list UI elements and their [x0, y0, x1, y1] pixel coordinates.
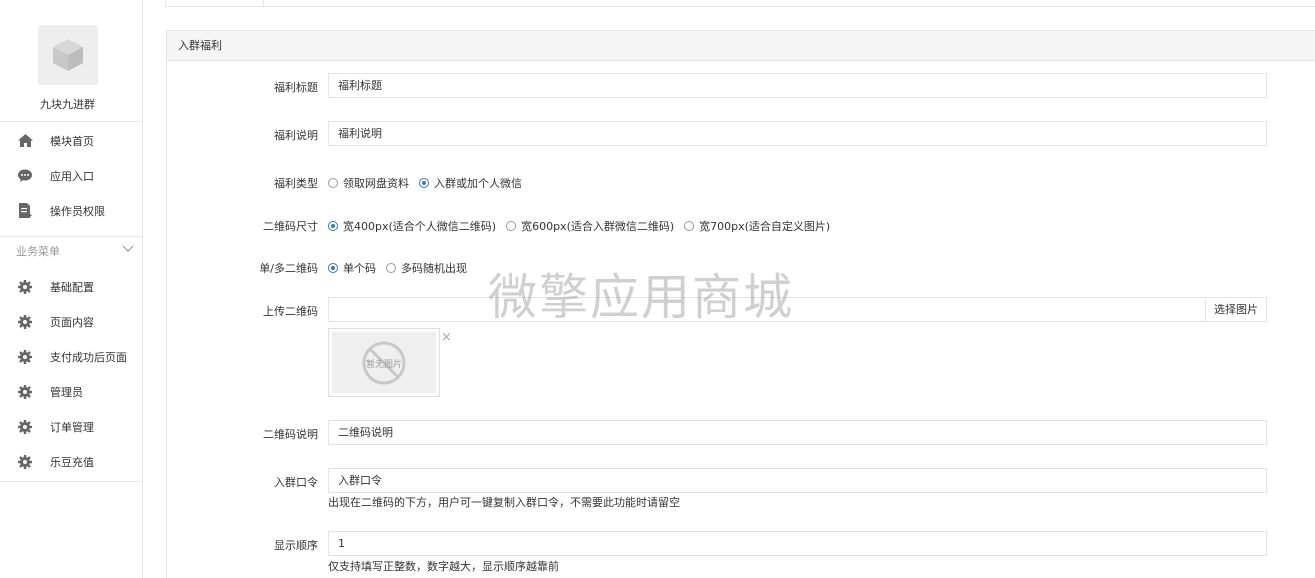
- gear-icon: [17, 279, 33, 295]
- display-order-help: 仅支持填写正整数，数字越大，显示顺序越靠前: [328, 560, 559, 573]
- gear-icon: [17, 454, 33, 470]
- display-order-label: 显示顺序: [274, 539, 318, 552]
- radio-icon: [328, 178, 338, 188]
- no-image-text: 暂无图片: [366, 358, 402, 370]
- sidebar: 九块九进群 模块首页 应用入口 操作员权限 业务菜单 基础配置 页面内容 支付成…: [0, 0, 143, 578]
- group-code-help: 出现在二维码的下方，用户可一键复制入群口令，不需要此功能时请留空: [328, 496, 680, 509]
- sidebar-item-page-content[interactable]: 页面内容: [0, 304, 142, 339]
- panel-title: 入群福利: [167, 31, 1315, 61]
- module-logo: [38, 25, 98, 85]
- benefit-desc-label: 福利说明: [274, 129, 318, 142]
- qr-mode-option-multi[interactable]: 多码随机出现: [386, 260, 467, 276]
- display-order-input[interactable]: 1: [328, 531, 1267, 556]
- sidebar-item-ledou-recharge[interactable]: 乐豆充值: [0, 444, 142, 479]
- document-icon: [17, 203, 33, 219]
- chat-icon: [17, 168, 33, 184]
- sidebar-item-label: 基础配置: [50, 280, 94, 294]
- radio-selected-icon: [419, 178, 429, 188]
- gear-icon: [17, 349, 33, 365]
- gear-icon: [17, 384, 33, 400]
- cube-icon: [53, 39, 83, 71]
- qr-size-label: 二维码尺寸: [263, 220, 318, 233]
- tab-active[interactable]: [165, 0, 264, 7]
- qr-mode-label: 单/多二维码: [259, 262, 318, 275]
- radio-icon: [386, 263, 396, 273]
- business-menu-header[interactable]: 业务菜单: [0, 236, 142, 262]
- qr-size-option-400[interactable]: 宽400px(适合个人微信二维码): [328, 218, 496, 234]
- radio-selected-icon: [328, 263, 338, 273]
- qr-image-preview: 暂无图片: [328, 328, 440, 397]
- gear-icon: [17, 314, 33, 330]
- select-image-button[interactable]: 选择图片: [1205, 297, 1267, 322]
- benefit-desc-input[interactable]: 福利说明: [328, 121, 1267, 146]
- section-label: 业务菜单: [16, 245, 60, 258]
- sidebar-item-label: 乐豆充值: [50, 455, 94, 469]
- sidebar-item-label: 模块首页: [50, 134, 94, 148]
- sidebar-item-label: 应用入口: [50, 169, 94, 183]
- benefit-title-label: 福利标题: [274, 81, 318, 94]
- radio-selected-icon: [328, 221, 338, 231]
- qr-size-option-700[interactable]: 宽700px(适合自定义图片): [684, 218, 830, 234]
- no-image-icon: 暂无图片: [362, 341, 406, 384]
- benefit-type-option-group[interactable]: 入群或加个人微信: [419, 175, 522, 191]
- radio-icon: [506, 221, 517, 231]
- sidebar-item-operator-permission[interactable]: 操作员权限: [0, 193, 142, 228]
- sidebar-item-label: 支付成功后页面: [50, 350, 127, 364]
- divider: [264, 6, 1315, 7]
- benefit-type-radio-group: 领取网盘资料 入群或加个人微信: [328, 175, 532, 191]
- watermark: 微擎应用商城: [488, 269, 795, 326]
- qr-mode-radio-group: 单个码 多码随机出现: [328, 260, 477, 276]
- sidebar-item-label: 操作员权限: [50, 204, 105, 218]
- chevron-down-icon: [122, 243, 134, 256]
- qr-size-radio-group: 宽400px(适合个人微信二维码) 宽600px(适合入群微信二维码) 宽700…: [328, 218, 840, 234]
- group-code-input[interactable]: 入群口令: [328, 468, 1267, 493]
- sidebar-item-order-management[interactable]: 订单管理: [0, 409, 142, 444]
- radio-icon: [684, 221, 695, 231]
- qr-desc-label: 二维码说明: [263, 428, 318, 441]
- qr-mode-option-single[interactable]: 单个码: [328, 260, 376, 276]
- sidebar-item-app-entry[interactable]: 应用入口: [0, 158, 142, 193]
- sidebar-item-module-home[interactable]: 模块首页: [0, 123, 142, 158]
- sidebar-item-label: 页面内容: [50, 315, 94, 329]
- gear-icon: [17, 419, 33, 435]
- benefit-type-label: 福利类型: [274, 177, 318, 190]
- upload-qr-label: 上传二维码: [263, 305, 318, 318]
- qr-desc-input[interactable]: 二维码说明: [328, 420, 1267, 445]
- sidebar-item-admin[interactable]: 管理员: [0, 374, 142, 409]
- remove-image-icon[interactable]: ×: [441, 330, 452, 345]
- sidebar-item-label: 管理员: [50, 385, 83, 399]
- sidebar-item-payment-success-page[interactable]: 支付成功后页面: [0, 339, 142, 374]
- benefit-title-input[interactable]: 福利标题: [328, 73, 1267, 98]
- benefit-type-option-netdisk[interactable]: 领取网盘资料: [328, 175, 409, 191]
- qr-size-option-600[interactable]: 宽600px(适合入群微信二维码): [506, 218, 674, 234]
- divider: [0, 481, 142, 482]
- sidebar-item-label: 订单管理: [50, 420, 94, 434]
- sidebar-item-basic-config[interactable]: 基础配置: [0, 269, 142, 304]
- brand-name: 九块九进群: [40, 98, 95, 111]
- home-icon: [17, 133, 33, 149]
- group-code-label: 入群口令: [274, 476, 318, 489]
